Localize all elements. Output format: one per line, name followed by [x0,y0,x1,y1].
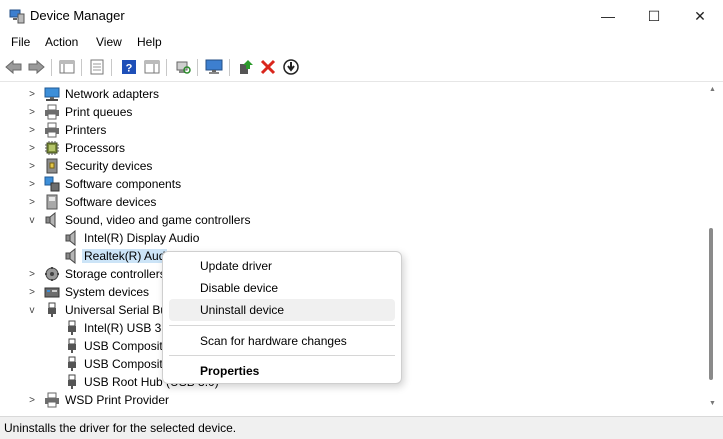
software-component-icon [44,176,60,192]
scrollbar-thumb[interactable] [709,228,713,380]
menu-item-properties[interactable]: Properties [169,360,395,382]
tree-item-label: USB Composite [84,339,170,353]
system-device-icon [44,287,60,298]
usb-icon [68,356,76,371]
tree-item-security-devices[interactable]: > Security devices [0,157,700,175]
menu-item-disable-device[interactable]: Disable device [169,277,395,299]
menu-item-uninstall-device[interactable]: Uninstall device [169,299,395,321]
status-bar: Uninstalls the driver for the selected d… [0,416,723,439]
menu-help[interactable]: Help [137,35,162,49]
tree-item-label: Print queues [65,105,133,119]
tree-item-label: Security devices [65,159,153,173]
scan-hardware-icon[interactable] [174,58,192,76]
tree-item-label: Network adapters [65,87,160,101]
usb-icon [68,320,76,335]
tree-item-wsd-print-provider[interactable]: > WSD Print Provider [0,391,700,409]
toolbar: ? [0,53,723,82]
chevron-right-icon[interactable]: > [26,267,38,281]
speaker-icon [65,230,76,246]
properties-icon[interactable] [88,58,106,76]
usb-icon [48,302,56,317]
device-manager-icon [9,9,25,24]
chevron-down-icon[interactable]: v [26,213,38,227]
tree-item-label: Storage controllers [65,267,166,281]
menu-separator [169,325,395,326]
tree-item-label: System devices [65,285,150,299]
tree-item-label: USB Composite [84,357,170,371]
chevron-right-icon[interactable]: > [26,159,38,173]
close-button[interactable]: ✕ [677,0,723,32]
speaker-icon [45,212,56,228]
chevron-right-icon[interactable]: > [26,141,38,155]
chevron-right-icon[interactable]: > [26,105,38,119]
title-bar: Device Manager — ☐ ✕ [0,0,723,32]
monitor-icon[interactable] [205,58,223,76]
menu-bar: File Action View Help [0,32,723,52]
disable-device-icon[interactable] [282,58,300,76]
printer-icon [45,392,59,408]
processor-icon [45,141,59,155]
tree-item-label: WSD Print Provider [65,393,170,407]
menu-item-update-driver[interactable]: Update driver [169,255,395,277]
usb-icon [68,374,76,389]
scroll-up-icon[interactable]: ▲ [708,86,717,93]
action-pane-icon[interactable] [143,58,161,76]
tree-item-processors[interactable]: > Processors [0,139,700,157]
chevron-right-icon[interactable]: > [26,285,38,299]
tree-item-software-devices[interactable]: > Software devices [0,193,700,211]
svg-text:?: ? [126,63,133,75]
storage-controller-icon [45,267,59,281]
forward-icon[interactable] [27,58,45,76]
chevron-right-icon[interactable]: > [26,123,38,137]
network-adapter-icon [44,87,60,101]
menu-view[interactable]: View [96,35,122,49]
menu-item-scan-hardware-changes[interactable]: Scan for hardware changes [169,330,395,352]
menu-file[interactable]: File [11,35,30,49]
uninstall-device-icon[interactable] [259,58,277,76]
tree-item-software-components[interactable]: > Software components [0,175,700,193]
speaker-icon [65,248,76,264]
context-menu: Update driver Disable device Uninstall d… [162,251,402,384]
scroll-down-icon[interactable]: ▼ [708,400,717,407]
chevron-right-icon[interactable]: > [26,87,38,101]
tree-item-label: Software components [65,177,182,191]
tree-item-label: Processors [65,141,126,155]
help-icon[interactable]: ? [120,58,138,76]
minimize-button[interactable]: — [585,0,631,32]
security-device-icon [46,158,58,174]
tree-item-label: Realtek(R) Aud [82,249,168,263]
tree-item-label: Printers [65,123,107,137]
tree-item-label: Sound, video and game controllers [65,213,251,227]
tree-item-label: Intel(R) USB 3.0 [84,321,172,335]
tree-item-print-queues[interactable]: > Print queues [0,103,700,121]
chevron-right-icon[interactable]: > [26,195,38,209]
tree-item-label: Software devices [65,195,157,209]
menu-action[interactable]: Action [45,35,78,49]
software-device-icon [46,194,58,210]
chevron-right-icon[interactable]: > [26,393,38,407]
status-text: Uninstalls the driver for the selected d… [4,421,237,435]
back-icon[interactable] [5,58,23,76]
usb-icon [68,338,76,353]
printer-icon [45,122,59,138]
maximize-button[interactable]: ☐ [631,0,677,32]
tree-item-sound-video-game-controllers[interactable]: v Sound, video and game controllers [0,211,700,229]
show-hide-console-tree-icon[interactable] [58,58,76,76]
window-title: Device Manager [30,8,125,23]
tree-item-label: Universal Serial Bu [65,303,168,317]
tree-item-printers[interactable]: > Printers [0,121,700,139]
printer-icon [45,104,59,120]
chevron-down-icon[interactable]: v [26,303,38,317]
tree-item-intel-display-audio[interactable]: Intel(R) Display Audio [0,229,700,247]
tree-item-label: Intel(R) Display Audio [84,231,200,245]
menu-separator [169,355,395,356]
tree-item-network-adapters[interactable]: > Network adapters [0,85,700,103]
update-driver-icon[interactable] [237,58,255,76]
chevron-right-icon[interactable]: > [26,177,38,191]
